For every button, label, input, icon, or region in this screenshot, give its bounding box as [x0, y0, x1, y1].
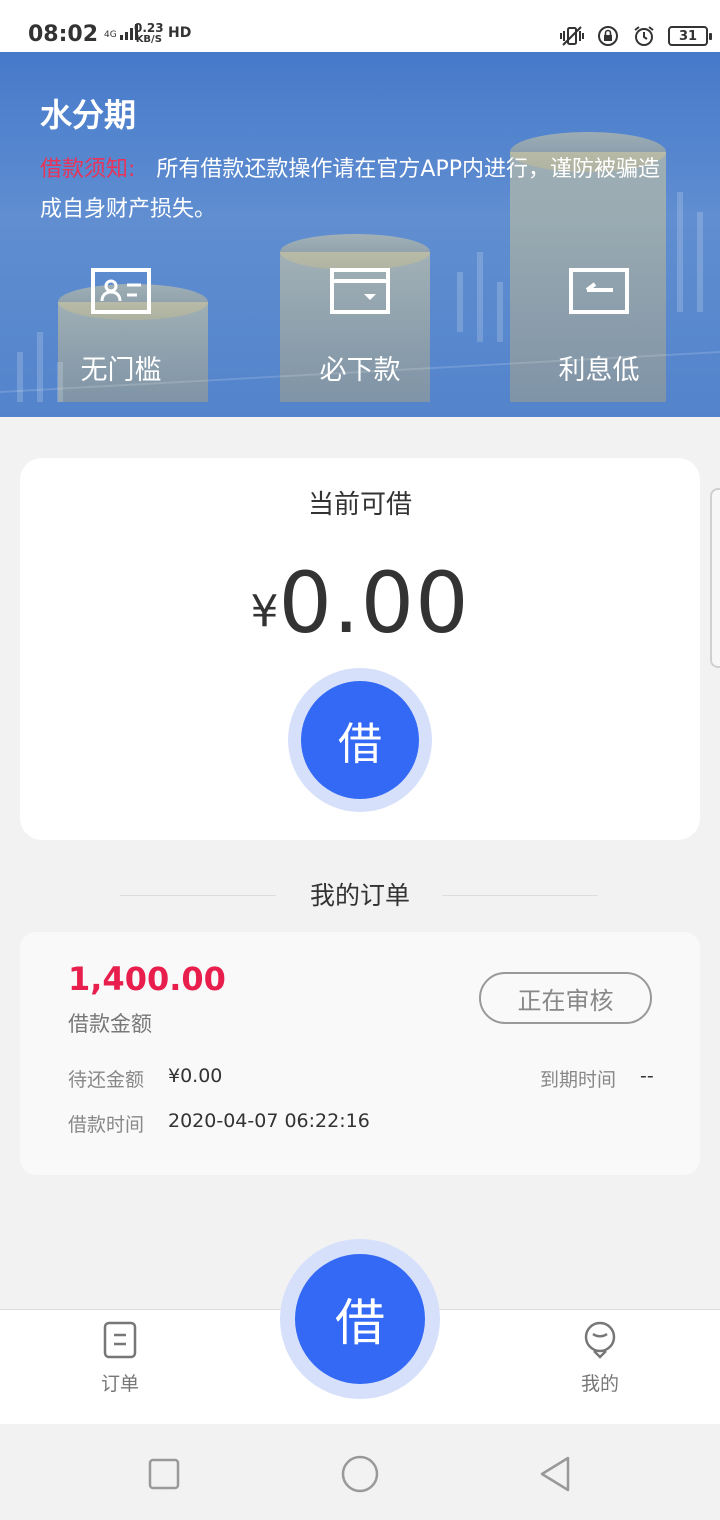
available-credit-label: 当前可借 [307, 490, 412, 520]
nav-orders[interactable]: 订单 [60, 1320, 180, 1396]
battery-level: 31 [678, 28, 698, 44]
feature-label: 利息低 [558, 355, 640, 386]
return-icon [569, 268, 629, 314]
signal-indicator: 4G [104, 24, 138, 40]
nav-orders-label: 订单 [100, 1373, 139, 1395]
system-nav-bar [0, 1424, 720, 1520]
loan-time-value: 2020-04-07 06:22:16 [168, 1110, 370, 1132]
side-edge-handle[interactable] [710, 488, 720, 668]
available-credit-card: 当前可借 ¥0.00 借 [20, 458, 700, 840]
hd-badge: HD [168, 25, 192, 41]
document-icon [103, 1321, 137, 1359]
due-date-label: 到期时间 [540, 1069, 617, 1091]
nav-mine-label: 我的 [580, 1373, 619, 1395]
pending-amount-label: 待还金额 [68, 1069, 145, 1091]
status-time: 08:02 [28, 22, 99, 47]
due-date-value: -- [640, 1065, 654, 1087]
network-speed: 0.23 KB/S [134, 22, 164, 46]
speed-unit: KB/S [135, 34, 162, 45]
available-credit-amount: ¥0.00 [20, 554, 700, 652]
speed-value: 0.23 [134, 21, 164, 35]
feature-label: 无门槛 [80, 355, 162, 386]
nav-mine[interactable]: 我的 [540, 1320, 660, 1396]
recent-apps-icon[interactable] [144, 1454, 184, 1494]
currency-symbol: ¥ [250, 586, 279, 637]
loan-time-label: 借款时间 [68, 1114, 145, 1136]
vibrate-icon [560, 24, 584, 48]
divider-right [442, 895, 598, 896]
borrow-fab-label: 借 [295, 1254, 425, 1384]
pending-amount-value: ¥0.00 [168, 1065, 223, 1087]
my-orders-title: 我的订单 [309, 881, 410, 910]
alarm-icon [632, 24, 656, 48]
borrow-button[interactable]: 借 [288, 668, 432, 812]
status-bar: 08:02 4G 0.23 KB/S HD 31 [0, 0, 720, 52]
network-type: 4G [104, 30, 117, 40]
profile-icon [584, 1321, 616, 1359]
feature-low-interest: 利息低 [519, 268, 679, 387]
back-icon[interactable] [536, 1454, 576, 1494]
borrow-button-label: 借 [301, 681, 419, 799]
loan-amount-label: 借款金额 [68, 1012, 152, 1036]
hero-banner: 水分期 借款须知: 所有借款还款操作请在官方APP内进行，谨防被骗造成自身财产损… [0, 52, 720, 417]
loan-amount: 1,400.00 [68, 960, 226, 998]
home-icon[interactable] [340, 1454, 380, 1494]
order-card[interactable]: 1,400.00 借款金额 正在审核 待还金额 ¥0.00 到期时间 -- 借款… [20, 932, 700, 1175]
status-badge: 正在审核 [479, 972, 652, 1024]
wallet-icon [330, 268, 390, 314]
status-icons: 31 [560, 24, 712, 48]
loan-notice: 借款须知: 所有借款还款操作请在官方APP内进行，谨防被骗造成自身财产损失。 [40, 150, 680, 230]
feature-no-threshold: 无门槛 [41, 268, 201, 387]
borrow-fab-button[interactable]: 借 [280, 1239, 440, 1399]
credit-value: 0.00 [278, 554, 470, 652]
battery-icon: 31 [668, 26, 712, 46]
feature-guaranteed-loan: 必下款 [280, 268, 440, 387]
rotation-lock-icon [596, 24, 620, 48]
notice-label: 借款须知: [40, 157, 136, 182]
feature-label: 必下款 [319, 355, 401, 386]
id-card-icon [91, 268, 151, 314]
app-title: 水分期 [40, 96, 137, 134]
